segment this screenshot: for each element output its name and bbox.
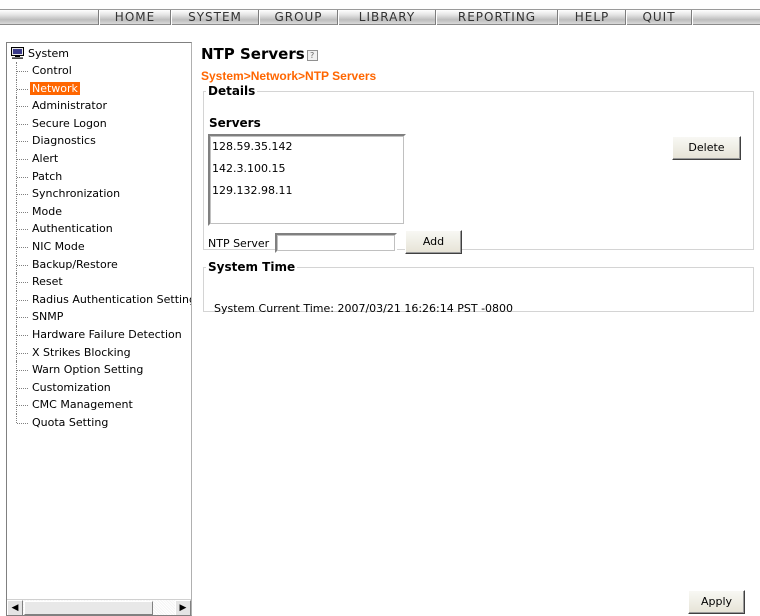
page-title-text: NTP Servers [201, 45, 305, 63]
current-time-value: 2007/03/21 16:26:14 PST -0800 [337, 302, 514, 315]
menu-home[interactable]: HOME [101, 10, 169, 25]
help-icon[interactable]: ? [306, 50, 318, 61]
add-button[interactable]: Add [405, 230, 462, 254]
menu-library[interactable]: LIBRARY [340, 10, 434, 25]
tree-item-quota-setting[interactable]: Quota Setting [11, 413, 191, 432]
menu-help[interactable]: HELP [560, 10, 624, 25]
tree-item-secure-logon[interactable]: Secure Logon [11, 114, 191, 133]
tree-item-customization[interactable]: Customization [11, 378, 191, 397]
menu-group[interactable]: GROUP [261, 10, 336, 25]
tree-item-warn-option-setting[interactable]: Warn Option Setting [11, 361, 191, 379]
ntp-server-input[interactable] [275, 233, 397, 253]
scroll-left-button[interactable]: ◀ [7, 600, 23, 615]
menu-separator [337, 10, 339, 25]
page-title: NTP Servers? [201, 45, 318, 63]
tree-item-cmc-management[interactable]: CMC Management [11, 396, 191, 414]
scroll-thumb[interactable] [24, 601, 153, 615]
scroll-right-button[interactable]: ▶ [175, 600, 191, 615]
sidebar-horizontal-scrollbar[interactable]: ◀ ▶ [7, 599, 191, 615]
tree-item-label: Hardware Failure Detection [32, 327, 182, 341]
tree-item-label: SNMP [32, 310, 64, 324]
delete-button[interactable]: Delete [672, 136, 741, 160]
tree-item-label: Quota Setting [32, 415, 109, 429]
tree-item-label: Alert [32, 151, 59, 165]
tree-item-label: Synchronization [32, 187, 121, 201]
tree-item-label: Control [32, 64, 72, 77]
tree-item-diagnostics[interactable]: Diagnostics [11, 132, 191, 150]
breadcrumb: System>Network>NTP Servers [201, 69, 377, 83]
system-time-group: System Time System Current Time: 2007/03… [203, 260, 754, 315]
tree-item-synchronization[interactable]: Synchronization [11, 185, 191, 203]
tree-item-label: Warn Option Setting [32, 363, 144, 377]
current-time-label: System Current Time: [214, 302, 334, 315]
computer-icon [11, 47, 24, 59]
server-list-item[interactable]: 128.59.35.142 [210, 136, 404, 158]
tree-item-label: Network [30, 81, 80, 95]
system-current-time: System Current Time: 2007/03/21 16:26:14… [214, 302, 513, 315]
tree-root-system[interactable]: System [11, 45, 191, 62]
tree-item-label: NIC Mode [32, 239, 85, 253]
top-menu-bar: HOME SYSTEM GROUP LIBRARY REPORTING HELP… [0, 0, 760, 34]
tree-item-label: Administrator [32, 99, 107, 113]
tree-item-label: CMC Management [32, 398, 133, 412]
tree-item-label: Patch [32, 169, 63, 183]
tree-root-label: System [28, 47, 70, 60]
navigation-tree: System Control Network Administrator Sec… [11, 45, 191, 431]
ntp-server-label: NTP Server [208, 237, 270, 250]
system-time-legend: System Time [208, 260, 296, 274]
details-legend: Details [208, 84, 256, 98]
menu-reporting[interactable]: REPORTING [438, 10, 556, 25]
tree-item-nic-mode[interactable]: NIC Mode [11, 237, 191, 256]
tree-item-label: Reset [32, 275, 63, 289]
tree-item-patch[interactable]: Patch [11, 167, 191, 186]
servers-label: Servers [209, 116, 261, 130]
menu-separator [691, 10, 693, 25]
server-list[interactable]: 128.59.35.142 142.3.100.15 129.132.98.11 [208, 134, 406, 226]
tree-item-label: Authentication [32, 222, 113, 236]
menu-separator [557, 10, 559, 25]
tree-item-label: Mode [32, 204, 62, 218]
tree-item-administrator[interactable]: Administrator [11, 97, 191, 115]
menu-separator [435, 10, 437, 25]
menu-separator [170, 10, 172, 25]
details-group: Details Servers 128.59.35.142 142.3.100.… [203, 84, 754, 254]
menu-separator [98, 10, 100, 25]
tree-item-network[interactable]: Network [11, 79, 191, 98]
navigation-tree-panel: System Control Network Administrator Sec… [6, 42, 192, 616]
menu-separator [258, 10, 260, 25]
tree-item-label: Customization [32, 380, 111, 394]
main-content: NTP Servers? System>Network>NTP Servers … [196, 42, 760, 616]
menu-separator [625, 10, 627, 25]
server-list-item[interactable]: 142.3.100.15 [210, 158, 404, 180]
tree-item-label: Backup/Restore [32, 257, 118, 271]
server-list-item[interactable]: 129.132.98.11 [210, 180, 404, 202]
apply-button[interactable]: Apply [688, 590, 745, 614]
tree-item-label: Radius Authentication Setting [32, 292, 192, 306]
tree-item-label: X Strikes Blocking [32, 345, 131, 359]
tree-item-alert[interactable]: Alert [11, 149, 191, 168]
tree-item-label: Diagnostics [32, 134, 96, 148]
tree-item-radius-authentication-setting[interactable]: Radius Authentication Setting [11, 290, 192, 309]
tree-item-mode[interactable]: Mode [11, 202, 191, 221]
tree-item-snmp[interactable]: SNMP [11, 308, 191, 326]
menu-system[interactable]: SYSTEM [173, 10, 257, 25]
tree-item-x-strikes-blocking[interactable]: X Strikes Blocking [11, 343, 191, 362]
tree-item-backup-restore[interactable]: Backup/Restore [11, 255, 191, 274]
tree-item-hardware-failure-detection[interactable]: Hardware Failure Detection [11, 325, 191, 344]
tree-item-label: Secure Logon [32, 116, 107, 130]
tree-item-authentication[interactable]: Authentication [11, 220, 191, 238]
menu-quit[interactable]: QUIT [628, 10, 690, 25]
tree-item-reset[interactable]: Reset [11, 273, 191, 291]
tree-item-control[interactable]: Control [11, 62, 191, 80]
